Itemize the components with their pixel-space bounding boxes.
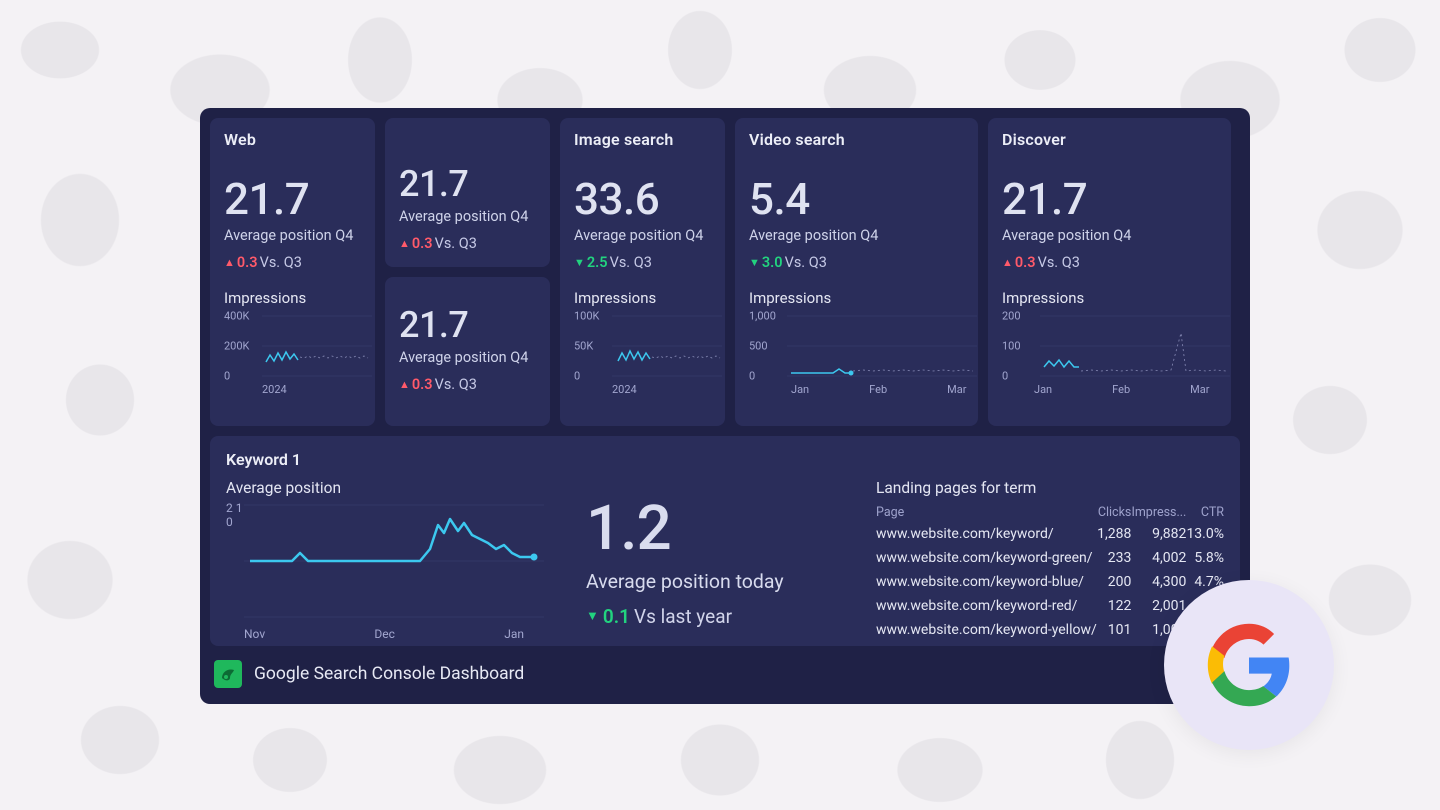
keyword-title: Keyword 1 (226, 450, 1224, 469)
x-axis-labels: Jan Feb Mar (1040, 383, 1217, 396)
x-axis-labels: Nov Dec Jan (244, 627, 524, 641)
metric-value: 21.7 (224, 177, 361, 221)
landing-pages-table: Landing pages for term Page Clicks Impre… (876, 479, 1224, 646)
metric-value: 5.4 (749, 177, 964, 221)
metric-subtitle: Average position Q4 (749, 227, 964, 244)
col-impr[interactable]: Impress... (1131, 503, 1186, 522)
impressions-label: Impressions (224, 289, 361, 307)
col-page[interactable]: Page (876, 503, 1097, 522)
impressions-chart-discover: 200 100 0 Jan Feb Mar (1002, 311, 1217, 396)
metric-value: 33.6 (574, 177, 711, 221)
metric-cards-row: Web 21.7 Average position Q4 ▲ 0.3 Vs. Q… (210, 118, 1240, 426)
table-row[interactable]: www.website.com/keyword-blue/2004,3004.7… (876, 570, 1224, 594)
metric-change: ▼ 2.5 Vs. Q3 (574, 254, 711, 271)
card-split-bottom[interactable]: 21.7 Average position Q4 ▲ 0.3 Vs. Q3 (385, 277, 550, 426)
metric-subtitle: Average position Q4 (399, 208, 536, 225)
arrow-down-icon: ▼ (749, 256, 760, 269)
x-axis-label: 2024 (612, 383, 711, 396)
keyword-change: ▼ 0.1 Vs last year (586, 605, 836, 628)
table-row[interactable]: www.website.com/keyword-green/2334,0025.… (876, 546, 1224, 570)
metric-value: 21.7 (1002, 177, 1217, 221)
metric-change: ▲ 0.3 Vs. Q3 (1002, 254, 1217, 271)
card-discover[interactable]: Discover 21.7 Average position Q4 ▲ 0.3 … (988, 118, 1231, 426)
impressions-label: Impressions (749, 289, 964, 307)
impressions-label: Impressions (1002, 289, 1217, 307)
metric-change: ▲ 0.3 Vs. Q3 (399, 376, 536, 393)
dashboard-footer: Google Search Console Dashboard (210, 656, 1240, 694)
arrow-up-icon: ▲ (1002, 256, 1013, 269)
impressions-chart-image: 100K 50K 0 2024 (574, 311, 711, 396)
table-row[interactable]: www.website.com/keyword-red/1222,001 (876, 594, 1224, 618)
dashboard-title: Google Search Console Dashboard (254, 664, 524, 684)
card-title: Discover (1002, 130, 1217, 149)
card-web[interactable]: Web 21.7 Average position Q4 ▲ 0.3 Vs. Q… (210, 118, 375, 426)
metric-change: ▼ 3.0 Vs. Q3 (749, 254, 964, 271)
arrow-down-icon: ▼ (586, 608, 599, 624)
card-image-search[interactable]: Image search 33.6 Average position Q4 ▼ … (560, 118, 725, 426)
x-axis-label: 2024 (262, 383, 361, 396)
keyword-value: 1.2 (586, 498, 836, 560)
arrow-up-icon: ▲ (399, 378, 410, 391)
google-icon (1206, 622, 1292, 708)
keyword-subtitle: Average position today (586, 570, 836, 593)
impressions-label: Impressions (574, 289, 711, 307)
dashboard-panel: Web 21.7 Average position Q4 ▲ 0.3 Vs. Q… (200, 108, 1250, 704)
metric-subtitle: Average position Q4 (224, 227, 361, 244)
metric-subtitle: Average position Q4 (1002, 227, 1217, 244)
impressions-chart-web: 400K 200K 0 2024 (224, 311, 361, 396)
arrow-up-icon: ▲ (399, 237, 410, 250)
impressions-chart-video: 1,000 500 0 Jan Feb Mar (749, 311, 964, 396)
brand-logo-icon (214, 660, 242, 688)
col-ctr[interactable]: CTR (1186, 503, 1224, 522)
metric-value: 21.7 (399, 307, 536, 343)
keyword-row: Keyword 1 Average position 2 1 0 (210, 436, 1240, 646)
card-title: Image search (574, 130, 711, 149)
metric-change: ▲ 0.3 Vs. Q3 (399, 235, 536, 252)
keyword-chart-label: Average position (226, 479, 546, 497)
arrow-down-icon: ▼ (574, 256, 585, 269)
metric-change: ▲ 0.3 Vs. Q3 (224, 254, 361, 271)
card-split-top[interactable]: 21.7 Average position Q4 ▲ 0.3 Vs. Q3 (385, 118, 550, 267)
keyword-chart: Average position 2 1 0 (226, 479, 546, 646)
card-video-search[interactable]: Video search 5.4 Average position Q4 ▼ 3… (735, 118, 978, 426)
metric-subtitle: Average position Q4 (574, 227, 711, 244)
x-axis-labels: Jan Feb Mar (787, 383, 964, 396)
col-clicks[interactable]: Clicks (1097, 503, 1131, 522)
arrow-up-icon: ▲ (224, 256, 235, 269)
card-title: Video search (749, 130, 964, 149)
split-cards-column: 21.7 Average position Q4 ▲ 0.3 Vs. Q3 21… (385, 118, 550, 426)
metric-value: 21.7 (399, 166, 536, 202)
table-title: Landing pages for term (876, 479, 1224, 497)
card-keyword[interactable]: Keyword 1 Average position 2 1 0 (210, 436, 1240, 646)
google-logo-badge (1164, 580, 1334, 750)
card-title: Web (224, 130, 361, 149)
keyword-summary: 1.2 Average position today ▼ 0.1 Vs last… (586, 479, 836, 646)
table-row[interactable]: www.website.com/keyword/1,2889,88213.0% (876, 522, 1224, 546)
metric-subtitle: Average position Q4 (399, 349, 536, 366)
